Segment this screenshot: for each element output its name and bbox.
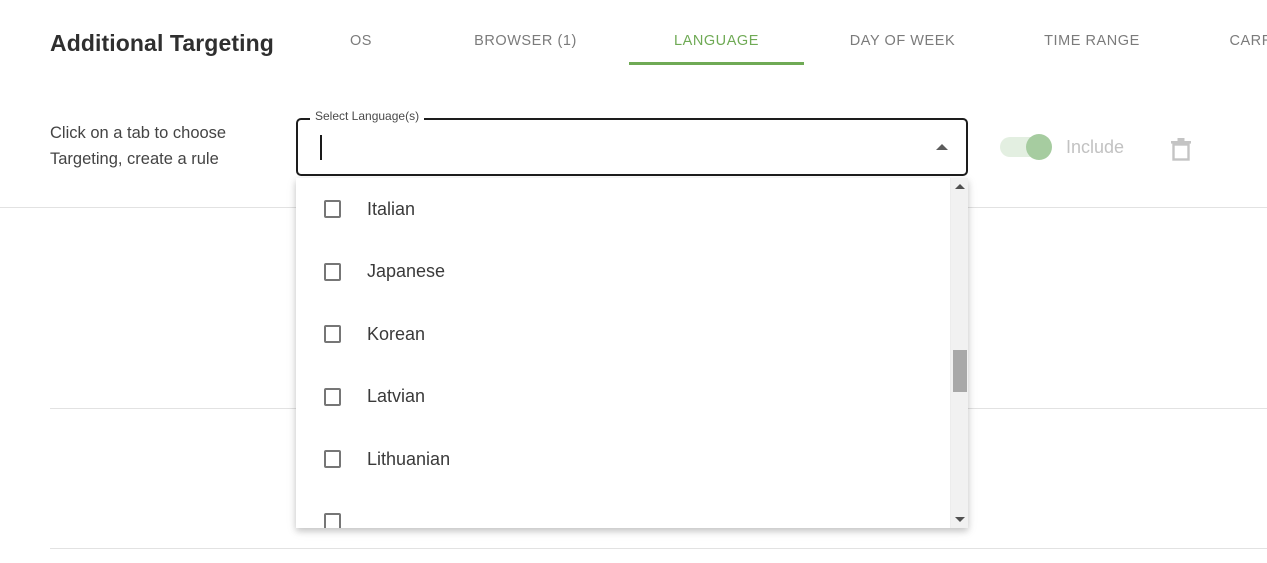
tab-browser[interactable]: BROWSER (1) bbox=[422, 33, 629, 65]
checkbox-unchecked-icon[interactable] bbox=[324, 262, 341, 281]
list-item-label: Korean bbox=[367, 323, 426, 344]
tab-os[interactable]: OS bbox=[300, 33, 422, 65]
helper-text-line-2: Targeting, create a rule bbox=[50, 150, 219, 168]
checkbox-unchecked-icon[interactable] bbox=[324, 512, 341, 528]
list-item-label: Italian bbox=[367, 198, 416, 219]
list-item[interactable]: Italian bbox=[296, 178, 950, 241]
include-switch[interactable] bbox=[1000, 134, 1052, 160]
tab-time-range[interactable]: TIME RANGE bbox=[1001, 33, 1183, 65]
trash-icon bbox=[1171, 138, 1191, 161]
checkbox-unchecked-icon[interactable] bbox=[324, 387, 341, 406]
scrollbar-thumb[interactable] bbox=[953, 350, 967, 392]
helper-text-line-1: Click on a tab to choose bbox=[50, 124, 227, 142]
language-dropdown-menu: Italian Japanese Korean Latvian Lithuani… bbox=[296, 178, 968, 528]
tab-carrier[interactable]: CARRIER bbox=[1183, 33, 1267, 65]
tab-time-range-label: TIME RANGE bbox=[1044, 33, 1140, 49]
switch-thumb bbox=[1026, 134, 1052, 160]
list-item-label: Latvian bbox=[367, 386, 426, 407]
scroll-up-arrow-icon bbox=[954, 184, 965, 189]
language-option-list: Italian Japanese Korean Latvian Lithuani… bbox=[296, 178, 950, 528]
include-toggle[interactable]: Include bbox=[1000, 133, 1124, 161]
language-select-field[interactable]: Select Language(s) bbox=[296, 109, 968, 176]
list-item[interactable]: Lithuanian bbox=[296, 428, 950, 491]
checkbox-unchecked-icon[interactable] bbox=[324, 325, 341, 344]
tab-browser-label: BROWSER (1) bbox=[474, 33, 577, 49]
tab-day-of-week-label: DAY OF WEEK bbox=[849, 33, 956, 49]
list-item[interactable]: Korean bbox=[296, 303, 950, 366]
text-cursor-caret bbox=[320, 135, 322, 160]
tab-language[interactable]: LANGUAGE bbox=[629, 33, 804, 65]
page-title: Additional Targeting bbox=[50, 30, 274, 56]
list-item-label: Japanese bbox=[367, 261, 446, 282]
list-item[interactable]: Latvian bbox=[296, 366, 950, 429]
targeting-helper-text: Click on a tab to choose Targeting, crea… bbox=[50, 120, 285, 172]
tab-language-label: LANGUAGE bbox=[674, 33, 759, 49]
divider-row-3 bbox=[50, 548, 1267, 549]
tab-day-of-week[interactable]: DAY OF WEEK bbox=[804, 33, 1001, 65]
tab-carrier-label: CARRIER bbox=[1229, 33, 1267, 49]
include-toggle-label: Include bbox=[1066, 136, 1125, 157]
list-item[interactable]: Japanese bbox=[296, 241, 950, 304]
caret-up-icon bbox=[936, 144, 948, 150]
select-toggle-button[interactable] bbox=[916, 118, 968, 176]
checkbox-unchecked-icon[interactable] bbox=[324, 200, 341, 219]
tab-os-label: OS bbox=[349, 33, 373, 49]
dropdown-scrollbar[interactable] bbox=[950, 178, 968, 528]
scroll-down-arrow-icon bbox=[954, 517, 965, 522]
scroll-down-button[interactable] bbox=[951, 511, 968, 528]
scroll-up-button[interactable] bbox=[951, 178, 968, 195]
list-item-partial[interactable] bbox=[296, 491, 950, 528]
list-item-label: Lithuanian bbox=[367, 448, 451, 469]
checkbox-unchecked-icon[interactable] bbox=[324, 450, 341, 469]
targeting-tabs: OS BROWSER (1) LANGUAGE DAY OF WEEK TIME… bbox=[300, 33, 1267, 83]
page-header: Additional Targeting OS BROWSER (1) LANG… bbox=[0, 0, 1267, 95]
language-search-input[interactable] bbox=[318, 118, 918, 176]
delete-rule-button[interactable] bbox=[1162, 130, 1200, 168]
